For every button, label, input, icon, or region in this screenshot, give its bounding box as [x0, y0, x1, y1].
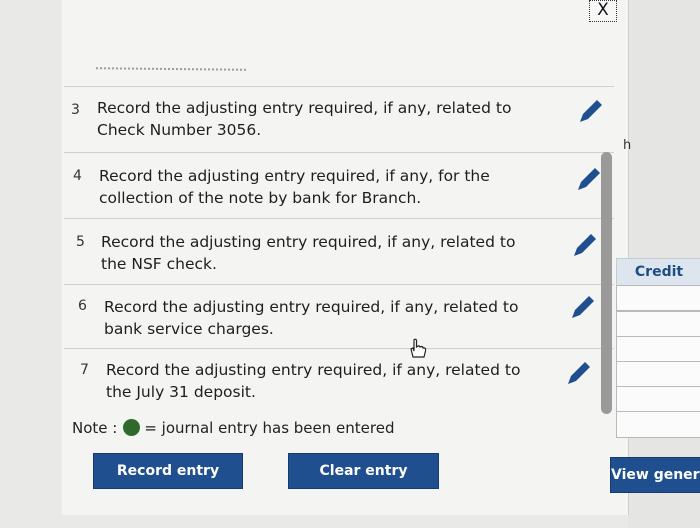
entry-description: Record the adjusting entry required, if … [97, 99, 512, 139]
list-item-entry-5[interactable]: 5 Record the adjusting entry required, i… [64, 218, 614, 285]
pencil-icon[interactable] [564, 359, 592, 387]
partial-letter: h [623, 138, 632, 153]
scrollbar-thumb[interactable] [601, 152, 612, 414]
entry-description: Record the adjusting entry required, if … [99, 167, 490, 207]
pencil-icon[interactable] [570, 231, 598, 259]
view-general-journal-button[interactable]: View general j [610, 457, 700, 493]
credit-input-2[interactable] [616, 311, 700, 337]
entry-number: 4 [73, 168, 82, 184]
entry-number: 7 [80, 362, 89, 378]
entry-number: 3 [71, 102, 80, 118]
credit-input-1[interactable] [616, 285, 700, 311]
cut-off-text [95, 57, 247, 71]
entered-indicator-icon [123, 419, 141, 436]
note-prefix: Note : [72, 419, 118, 437]
entry-number: 6 [78, 298, 87, 314]
entry-description: Record the adjusting entry required, if … [106, 361, 521, 401]
hand-cursor-icon [410, 338, 427, 358]
entry-description: Record the adjusting entry required, if … [101, 233, 516, 273]
list-item-entry-3[interactable]: 3 Record the adjusting entry required, i… [64, 86, 614, 153]
credit-input-4[interactable] [616, 361, 700, 387]
credit-input-3[interactable] [616, 336, 700, 362]
close-icon[interactable]: X [589, 0, 617, 22]
list-item-entry-7[interactable]: 7 Record the adjusting entry required, i… [64, 348, 614, 411]
record-entry-button[interactable]: Record entry [93, 453, 243, 489]
pencil-icon[interactable] [576, 97, 604, 125]
credit-column-header: Credit [616, 258, 700, 286]
pencil-icon[interactable] [574, 165, 602, 193]
clear-entry-button[interactable]: Clear entry [288, 453, 439, 489]
note-legend: Note : = journal entry has been entered [72, 419, 394, 437]
credit-input-5[interactable] [616, 386, 700, 412]
pencil-icon[interactable] [568, 293, 596, 321]
credit-input-6[interactable] [616, 411, 700, 438]
list-item-entry-4[interactable]: 4 Record the adjusting entry required, i… [64, 152, 614, 219]
list-item-entry-6[interactable]: 6 Record the adjusting entry required, i… [64, 284, 614, 349]
entry-description: Record the adjusting entry required, if … [104, 298, 519, 338]
note-text: = journal entry has been entered [144, 419, 395, 437]
entry-number: 5 [76, 234, 85, 250]
